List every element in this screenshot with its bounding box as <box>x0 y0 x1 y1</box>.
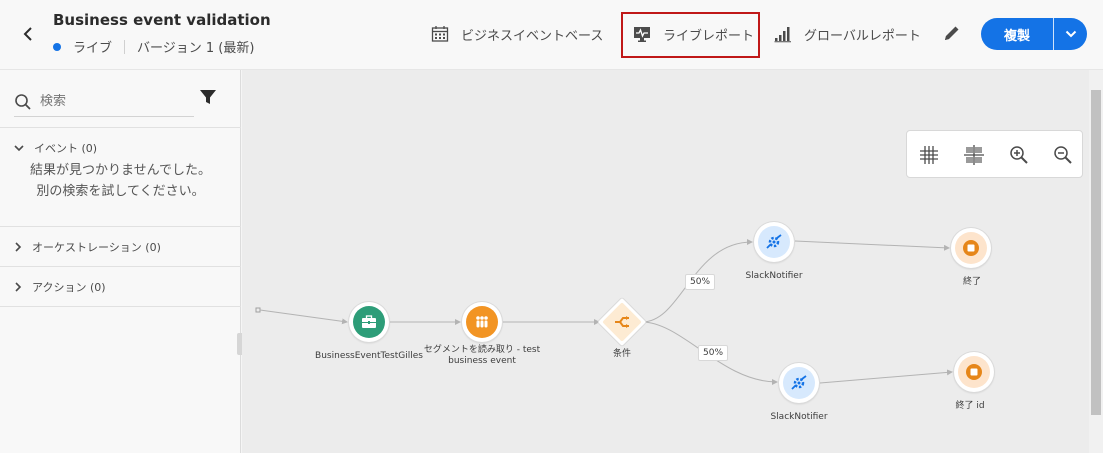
chevron-down-icon <box>14 145 24 152</box>
actions-section-label: アクション (0) <box>32 281 106 294</box>
slack-notifier-top-node[interactable] <box>754 222 794 262</box>
pencil-icon <box>945 26 959 40</box>
version-text: バージョン 1 (最新) <box>137 41 255 56</box>
slack-notifier-bottom-node[interactable] <box>779 363 819 403</box>
actions-section-header[interactable]: アクション (0) <box>0 267 241 307</box>
live-report-button[interactable]: ライブレポート <box>633 24 754 44</box>
event-node-label: BusinessEventTestGilles <box>315 351 423 361</box>
grid-icon <box>920 146 938 164</box>
bar-chart-icon <box>774 27 791 43</box>
empty-line-2: 別の検索を試してください。 <box>36 184 205 199</box>
duplicate-divider <box>1053 18 1054 50</box>
back-button[interactable] <box>16 22 40 46</box>
people-icon <box>476 316 488 328</box>
end-bottom-label: 終了 id <box>955 401 985 411</box>
business-event-base-button[interactable]: ビジネスイベントベース <box>431 24 603 44</box>
grid-button[interactable] <box>917 143 941 167</box>
scrollbar-thumb[interactable] <box>1091 90 1101 415</box>
zoom-out-icon <box>1054 146 1072 164</box>
custom-action-icon <box>766 234 782 249</box>
filter-button[interactable] <box>199 88 217 110</box>
read-segment-node-label: セグメントを読み取り - test business event <box>424 345 540 367</box>
end-bottom-node[interactable] <box>954 352 994 392</box>
end-bottom-inner <box>958 356 990 388</box>
slack-notifier-bottom-inner <box>783 367 815 399</box>
chevron-right-icon <box>15 282 22 292</box>
search-input[interactable] <box>40 94 180 109</box>
events-section: イベント (0) 結果が見つかりませんでした。 別の検索を試してください。 <box>0 127 241 227</box>
orchestration-section-label: オーケストレーション (0) <box>32 241 161 254</box>
read-segment-node[interactable] <box>462 302 502 342</box>
duplicate-button-group: 複製 <box>981 18 1087 50</box>
chevron-down-icon <box>1065 30 1076 38</box>
canvas-scrollbar[interactable] <box>1089 70 1103 453</box>
end-top-node[interactable] <box>951 228 991 268</box>
divider <box>124 39 126 54</box>
orchestration-section: オーケストレーション (0) <box>0 226 241 267</box>
journey-header: Business event validation ライブ バージョン 1 (最… <box>0 0 1103 70</box>
orchestration-section-header[interactable]: オーケストレーション (0) <box>0 227 241 267</box>
business-event-base-label: ビジネスイベントベース <box>461 28 604 44</box>
branch-percent-bottom: 50% <box>698 345 729 361</box>
zoom-in-icon <box>1010 146 1028 164</box>
zoom-out-button[interactable] <box>1051 143 1075 167</box>
duplicate-menu-button[interactable] <box>1054 18 1087 50</box>
stop-icon <box>963 240 979 256</box>
empty-line-1: 結果が見つかりませんでした。 <box>30 163 211 178</box>
slack-notifier-top-inner <box>758 226 790 258</box>
custom-action-icon <box>791 375 807 390</box>
read-segment-node-inner <box>466 306 498 338</box>
events-section-label: イベント (0) <box>34 142 98 155</box>
monitor-icon <box>634 27 650 42</box>
global-report-label: グローバルレポート <box>804 28 921 44</box>
duplicate-button[interactable]: 複製 <box>981 18 1053 50</box>
stop-icon <box>966 364 982 380</box>
zoom-in-button[interactable] <box>1007 143 1031 167</box>
branch-percent-top: 50% <box>685 274 716 290</box>
canvas-toolbar <box>906 130 1083 178</box>
calendar-icon <box>431 26 449 42</box>
live-status-dot <box>53 42 61 51</box>
read-segment-label-line-1: セグメントを読み取り - test <box>423 345 541 355</box>
journey-title: Business event validation <box>53 11 271 29</box>
align-button[interactable] <box>962 143 986 167</box>
end-top-inner <box>955 232 987 264</box>
align-icon <box>964 145 984 165</box>
journey-subline: ライブ バージョン 1 (最新) <box>53 37 254 56</box>
split-icon <box>615 316 629 328</box>
search-field[interactable] <box>14 87 194 117</box>
read-segment-label-line-2: business event <box>448 356 516 366</box>
palette-sidebar: イベント (0) 結果が見つかりませんでした。 別の検索を試してください。 オー… <box>0 70 241 453</box>
empty-results-message: 結果が見つかりませんでした。 別の検索を試してください。 <box>0 160 241 202</box>
event-node-inner <box>353 306 385 338</box>
slack-notifier-top-label: SlackNotifier <box>745 271 803 281</box>
actions-section: アクション (0) <box>0 266 241 307</box>
slack-notifier-bottom-label: SlackNotifier <box>770 412 828 422</box>
event-node[interactable] <box>349 302 389 342</box>
end-top-label: 終了 <box>962 277 982 287</box>
search-icon <box>15 93 31 110</box>
filter-icon <box>200 90 216 104</box>
journey-canvas[interactable]: 50% 50% BusinessEventTestGilles セグメントを読み… <box>242 70 1089 453</box>
status-text: ライブ <box>73 41 113 56</box>
chevron-left-icon <box>23 27 32 41</box>
global-report-button[interactable]: グローバルレポート <box>774 24 921 44</box>
condition-node-label: 条件 <box>612 349 632 359</box>
live-report-label: ライブレポート <box>663 28 755 44</box>
edit-button[interactable] <box>943 24 961 46</box>
chevron-right-icon <box>15 242 22 252</box>
briefcase-icon <box>362 315 376 328</box>
